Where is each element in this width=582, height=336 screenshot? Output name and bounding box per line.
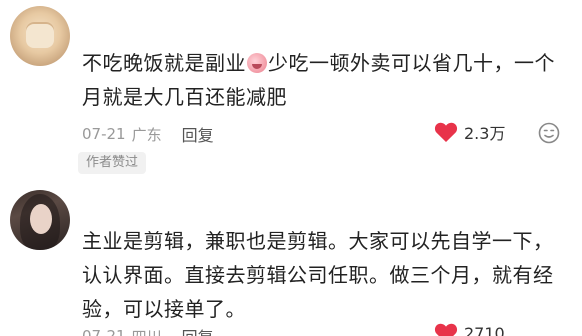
comment-meta: 07-21 四川 回复 (82, 324, 214, 336)
reply-button[interactable]: 回复 (182, 324, 214, 336)
heart-icon (434, 323, 458, 336)
like-count: 2710 (464, 323, 505, 336)
comment-item: 主业是剪辑，兼职也是剪辑。大家可以先自学一下，认认界面。直接去剪辑公司任职。做三… (0, 0, 582, 336)
like-button[interactable]: 2710 (434, 322, 505, 336)
comment-list: 不吃晚饭就是副业 少吃一顿外卖可以省几十，一个月就是大几百还能减肥 07-21 广… (0, 0, 582, 336)
avatar-image (30, 204, 52, 234)
comment-text: 主业是剪辑，兼职也是剪辑。大家可以先自学一下，认认界面。直接去剪辑公司任职。做三… (82, 229, 554, 321)
avatar[interactable] (10, 190, 70, 250)
comment-location: 四川 (132, 326, 162, 336)
comment-date: 07-21 (82, 327, 126, 336)
